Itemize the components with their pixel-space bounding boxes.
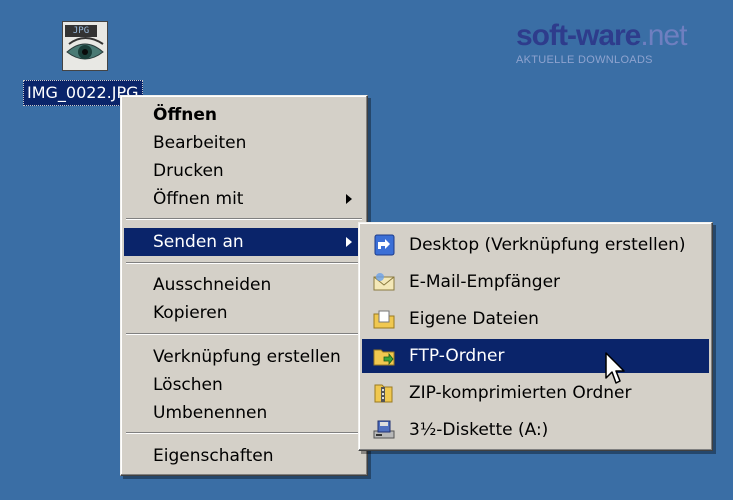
ftp-folder-icon: [373, 349, 395, 366]
sendto-item-ftp[interactable]: FTP-Ordner: [362, 339, 709, 373]
sendto-item-label: 3½-Diskette (A:): [409, 420, 549, 440]
menu-item-label: Kopieren: [153, 303, 228, 323]
menu-item-rename[interactable]: Umbenennen: [124, 399, 364, 427]
menu-separator: [126, 333, 362, 335]
sendto-item-mail[interactable]: E-Mail-Empfänger: [362, 265, 709, 299]
menu-separator: [126, 432, 362, 434]
desktop-shortcut-icon: [374, 234, 395, 256]
menu-item-create-shortcut[interactable]: Verknüpfung erstellen: [124, 343, 364, 371]
sendto-item-label: ZIP-komprimierten Ordner: [409, 383, 632, 403]
sendto-item-my-documents[interactable]: Eigene Dateien: [362, 302, 709, 336]
submenu-arrow-icon: [346, 194, 352, 204]
menu-separator: [126, 218, 362, 220]
context-menu: Öffnen Bearbeiten Drucken Öffnen mit Sen…: [120, 95, 368, 476]
menu-item-label: Umbenennen: [153, 403, 268, 423]
my-documents-folder-icon: [373, 310, 395, 329]
jpg-file-icon: JPG: [62, 21, 108, 71]
menu-item-open[interactable]: Öffnen: [124, 101, 364, 129]
sendto-item-label: FTP-Ordner: [409, 346, 505, 366]
menu-item-properties[interactable]: Eigenschaften: [124, 442, 364, 470]
sendto-item-label: E-Mail-Empfänger: [409, 272, 561, 292]
send-to-submenu: Desktop (Verknüpfung erstellen) E-Mail-E…: [358, 222, 713, 451]
watermark-logo: soft-ware.net AKTUELLE DOWNLOADS: [516, 20, 716, 67]
menu-item-edit[interactable]: Bearbeiten: [124, 129, 364, 157]
menu-item-cut[interactable]: Ausschneiden: [124, 271, 364, 299]
watermark-subtitle: AKTUELLE DOWNLOADS: [516, 54, 653, 66]
menu-item-send-to[interactable]: Senden an: [124, 228, 364, 256]
submenu-arrow-icon: [346, 237, 352, 247]
menu-item-open-with[interactable]: Öffnen mit: [124, 185, 364, 213]
floppy-drive-icon: [373, 420, 395, 439]
menu-item-print[interactable]: Drucken: [124, 157, 364, 185]
mouse-pointer-icon: [605, 352, 625, 384]
mail-envelope-icon: [373, 273, 395, 291]
menu-item-label: Bearbeiten: [153, 133, 247, 153]
sendto-item-label: Eigene Dateien: [409, 309, 539, 329]
menu-item-delete[interactable]: Löschen: [124, 371, 364, 399]
sendto-item-label: Desktop (Verknüpfung erstellen): [409, 235, 686, 255]
sendto-item-desktop[interactable]: Desktop (Verknüpfung erstellen): [362, 228, 709, 262]
watermark-logo-part1: soft-ware: [516, 19, 641, 52]
sendto-item-zip[interactable]: ZIP-komprimierten Ordner: [362, 376, 709, 410]
menu-item-copy[interactable]: Kopieren: [124, 299, 364, 327]
menu-item-label: Senden an: [153, 232, 244, 252]
menu-item-label: Öffnen mit: [153, 189, 244, 209]
menu-item-label: Ausschneiden: [153, 275, 272, 295]
menu-item-label: Eigenschaften: [153, 446, 274, 466]
menu-separator: [126, 262, 362, 264]
eye-image-icon: [66, 37, 104, 60]
menu-item-label: Verknüpfung erstellen: [153, 347, 341, 367]
watermark-logo-text: soft-ware.net: [516, 20, 716, 52]
sendto-item-floppy[interactable]: 3½-Diskette (A:): [362, 413, 709, 447]
menu-item-label: Drucken: [153, 161, 224, 181]
zip-folder-icon: [374, 384, 393, 403]
watermark-logo-part2: .net: [640, 19, 687, 52]
menu-item-label: Löschen: [153, 375, 223, 395]
menu-item-label: Öffnen: [153, 105, 217, 125]
desktop-file-jpg[interactable]: JPG: [56, 18, 112, 74]
